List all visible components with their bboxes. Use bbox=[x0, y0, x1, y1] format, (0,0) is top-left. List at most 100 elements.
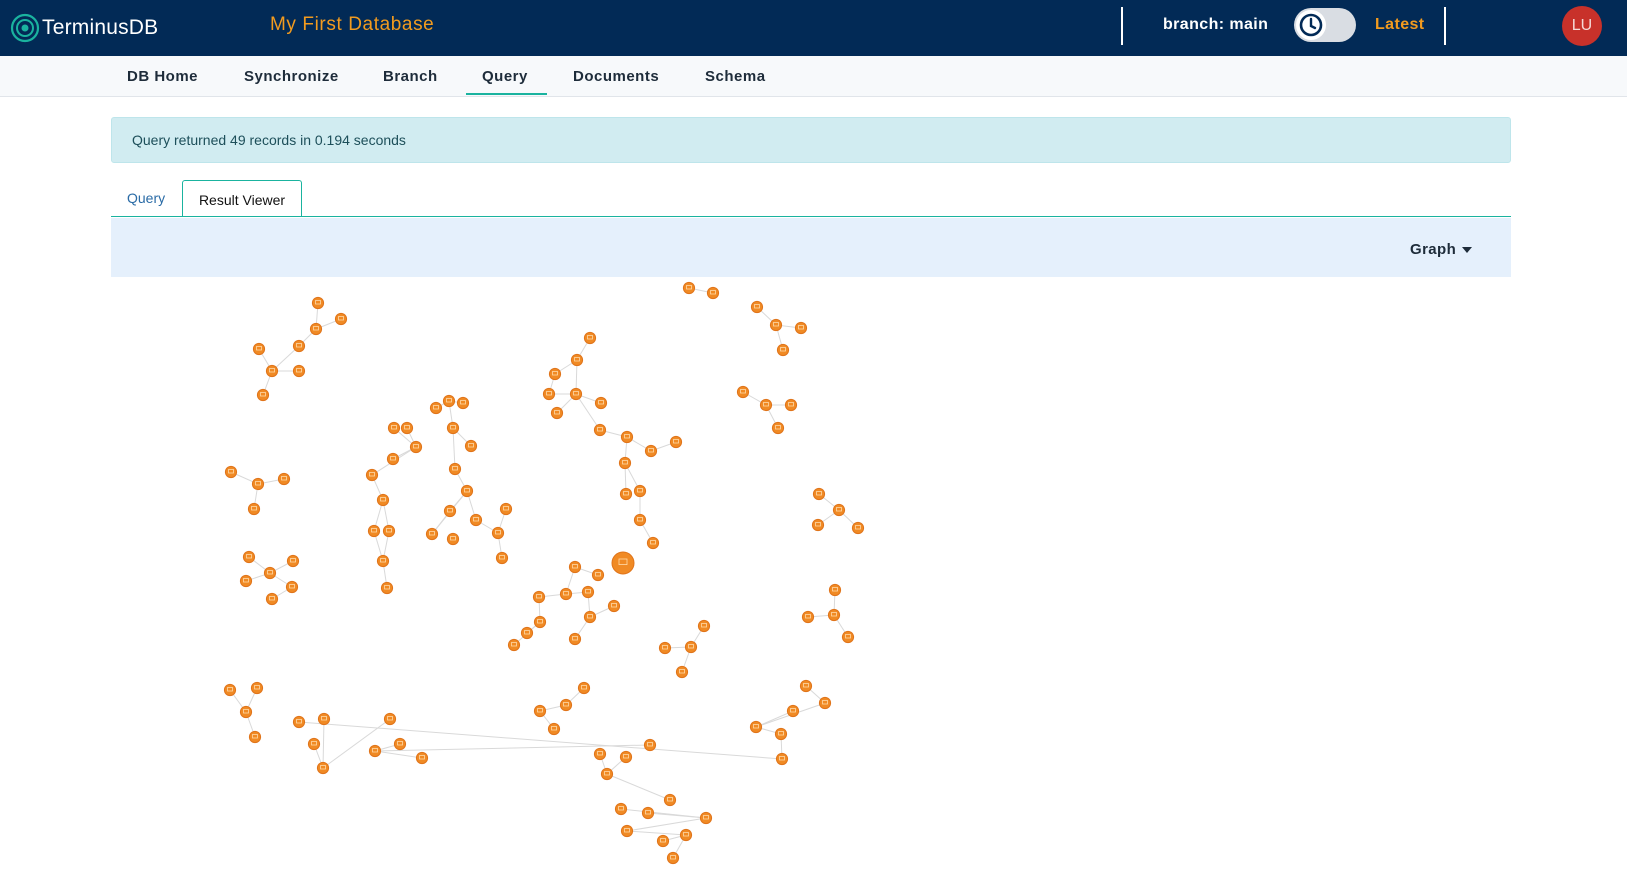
graph-node[interactable] bbox=[786, 704, 800, 718]
graph-node[interactable] bbox=[311, 296, 325, 310]
graph-node[interactable] bbox=[577, 681, 591, 695]
graph-node[interactable] bbox=[684, 640, 698, 654]
graph-node[interactable] bbox=[263, 566, 277, 580]
graph-node[interactable] bbox=[532, 590, 546, 604]
graph-node[interactable] bbox=[607, 599, 621, 613]
nav-branch[interactable]: Branch bbox=[383, 68, 438, 85]
view-mode-dropdown[interactable]: Graph bbox=[1410, 241, 1473, 258]
graph-node[interactable] bbox=[619, 487, 633, 501]
graph-node[interactable] bbox=[658, 641, 672, 655]
graph-node[interactable] bbox=[464, 439, 478, 453]
graph-node[interactable] bbox=[409, 440, 423, 454]
graph-node[interactable] bbox=[250, 681, 264, 695]
graph-node[interactable] bbox=[646, 536, 660, 550]
graph-node[interactable] bbox=[317, 712, 331, 726]
graph-node[interactable] bbox=[547, 722, 561, 736]
graph-node[interactable] bbox=[292, 715, 306, 729]
graph-node[interactable] bbox=[499, 502, 513, 516]
nav-documents[interactable]: Documents bbox=[573, 68, 659, 85]
graph-node[interactable] bbox=[548, 367, 562, 381]
graph-node[interactable] bbox=[697, 619, 711, 633]
graph-node[interactable] bbox=[851, 521, 865, 535]
graph-node[interactable] bbox=[633, 513, 647, 527]
graph-node[interactable] bbox=[600, 767, 614, 781]
graph-node[interactable] bbox=[367, 524, 381, 538]
graph-node[interactable] bbox=[663, 793, 677, 807]
graph-node[interactable] bbox=[393, 737, 407, 751]
graph-node[interactable] bbox=[619, 750, 633, 764]
graph-node[interactable] bbox=[828, 583, 842, 597]
graph-node[interactable] bbox=[583, 610, 597, 624]
graph-node[interactable] bbox=[591, 568, 605, 582]
graph-node[interactable] bbox=[593, 423, 607, 437]
time-travel-toggle[interactable] bbox=[1294, 8, 1356, 42]
graph-node[interactable] bbox=[448, 462, 462, 476]
graph-node[interactable] bbox=[520, 626, 534, 640]
graph-node[interactable] bbox=[383, 712, 397, 726]
graph-node[interactable] bbox=[550, 406, 564, 420]
tab-result-viewer[interactable]: Result Viewer bbox=[182, 180, 302, 217]
graph-node[interactable] bbox=[769, 318, 783, 332]
graph-node[interactable] bbox=[365, 468, 379, 482]
graph-node[interactable] bbox=[736, 385, 750, 399]
nav-synchronize[interactable]: Synchronize bbox=[244, 68, 339, 85]
graph-node[interactable] bbox=[656, 834, 670, 848]
graph-node[interactable] bbox=[248, 730, 262, 744]
graph-node[interactable] bbox=[309, 322, 323, 336]
graph-node[interactable] bbox=[620, 430, 634, 444]
graph-node[interactable] bbox=[614, 802, 628, 816]
user-avatar[interactable]: LU bbox=[1562, 6, 1602, 46]
graph-node[interactable] bbox=[669, 435, 683, 449]
app-logo[interactable]: TerminusDB bbox=[10, 10, 158, 46]
graph-node[interactable] bbox=[799, 679, 813, 693]
tab-query[interactable]: Query bbox=[127, 190, 165, 206]
graph-node[interactable] bbox=[334, 312, 348, 326]
graph-node[interactable] bbox=[251, 477, 265, 491]
graph-node[interactable] bbox=[827, 608, 841, 622]
graph-node[interactable] bbox=[776, 343, 790, 357]
graph-node[interactable] bbox=[446, 532, 460, 546]
graph-node[interactable] bbox=[699, 811, 713, 825]
graph-node[interactable] bbox=[581, 585, 595, 599]
graph-node[interactable] bbox=[386, 452, 400, 466]
graph-node[interactable] bbox=[774, 727, 788, 741]
graph-node[interactable] bbox=[265, 592, 279, 606]
graph-node[interactable] bbox=[491, 526, 505, 540]
graph-node[interactable] bbox=[644, 444, 658, 458]
graph-node[interactable] bbox=[812, 487, 826, 501]
graph-node[interactable] bbox=[542, 387, 556, 401]
graph-node[interactable] bbox=[620, 824, 634, 838]
graph-node[interactable] bbox=[443, 504, 457, 518]
graph-node[interactable] bbox=[469, 513, 483, 527]
graph-node[interactable] bbox=[376, 554, 390, 568]
graph-node[interactable] bbox=[252, 342, 266, 356]
graph-node[interactable] bbox=[277, 472, 291, 486]
graph-node[interactable] bbox=[533, 704, 547, 718]
graph-node[interactable] bbox=[818, 696, 832, 710]
graph-node[interactable] bbox=[239, 574, 253, 588]
graph-node[interactable] bbox=[292, 364, 306, 378]
graph-node[interactable] bbox=[442, 394, 456, 408]
graph-node[interactable] bbox=[456, 396, 470, 410]
graph-node[interactable] bbox=[706, 286, 720, 300]
graph-node[interactable] bbox=[533, 615, 547, 629]
graph-node[interactable] bbox=[593, 747, 607, 761]
graph-node[interactable] bbox=[759, 398, 773, 412]
graph-node[interactable] bbox=[682, 281, 696, 295]
graph-node[interactable] bbox=[507, 638, 521, 652]
graph-node[interactable] bbox=[583, 331, 597, 345]
graph-node[interactable] bbox=[643, 738, 657, 752]
graph-node[interactable] bbox=[568, 632, 582, 646]
graph-node[interactable] bbox=[446, 421, 460, 435]
graph-node[interactable] bbox=[286, 554, 300, 568]
graph-node[interactable] bbox=[425, 527, 439, 541]
graph-node[interactable] bbox=[256, 388, 270, 402]
graph-node[interactable] bbox=[559, 698, 573, 712]
graph-node[interactable] bbox=[801, 610, 815, 624]
graph-node[interactable] bbox=[368, 744, 382, 758]
graph-node[interactable] bbox=[247, 502, 261, 516]
nav-db-home[interactable]: DB Home bbox=[127, 68, 198, 85]
graph-node[interactable] bbox=[633, 484, 647, 498]
graph-node[interactable] bbox=[415, 751, 429, 765]
graph-node[interactable] bbox=[641, 806, 655, 820]
